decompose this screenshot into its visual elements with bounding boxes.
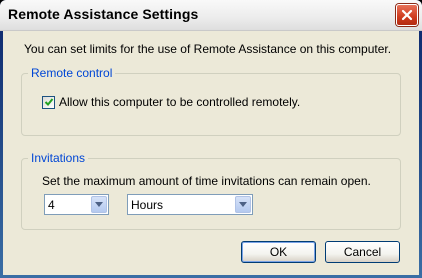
amount-dropdown-button[interactable] xyxy=(91,196,107,213)
title-bar[interactable]: Remote Assistance Settings xyxy=(0,0,422,31)
dialog-window: Remote Assistance Settings You can set l… xyxy=(0,0,422,278)
close-icon xyxy=(401,9,413,21)
invitation-amount-select[interactable]: 4 xyxy=(44,194,109,215)
chevron-down-icon xyxy=(95,202,103,207)
allow-remote-control-label: Allow this computer to be controlled rem… xyxy=(59,95,301,109)
invitations-legend: Invitations xyxy=(28,151,89,165)
close-button[interactable] xyxy=(396,4,418,26)
intro-text: You can set limits for the use of Remote… xyxy=(24,42,392,56)
invitation-unit-select[interactable]: Hours xyxy=(127,194,253,215)
cancel-button[interactable]: Cancel xyxy=(325,241,400,263)
dialog-body: You can set limits for the use of Remote… xyxy=(3,31,419,275)
checkmark-icon xyxy=(44,98,53,106)
unit-dropdown-button[interactable] xyxy=(235,196,251,213)
invitation-amount-value: 4 xyxy=(48,198,55,212)
remote-control-group: Remote control Allow this computer to be… xyxy=(21,66,401,136)
invitations-group: Invitations Set the maximum amount of ti… xyxy=(21,151,401,230)
allow-remote-control-option[interactable]: Allow this computer to be controlled rem… xyxy=(42,95,300,109)
window-title: Remote Assistance Settings xyxy=(8,6,199,22)
invitation-unit-value: Hours xyxy=(131,198,164,212)
invitations-description: Set the maximum amount of time invitatio… xyxy=(42,174,371,188)
remote-control-legend: Remote control xyxy=(28,66,116,80)
ok-button[interactable]: OK xyxy=(241,241,316,263)
allow-remote-control-checkbox[interactable] xyxy=(42,95,55,109)
chevron-down-icon xyxy=(239,202,247,207)
